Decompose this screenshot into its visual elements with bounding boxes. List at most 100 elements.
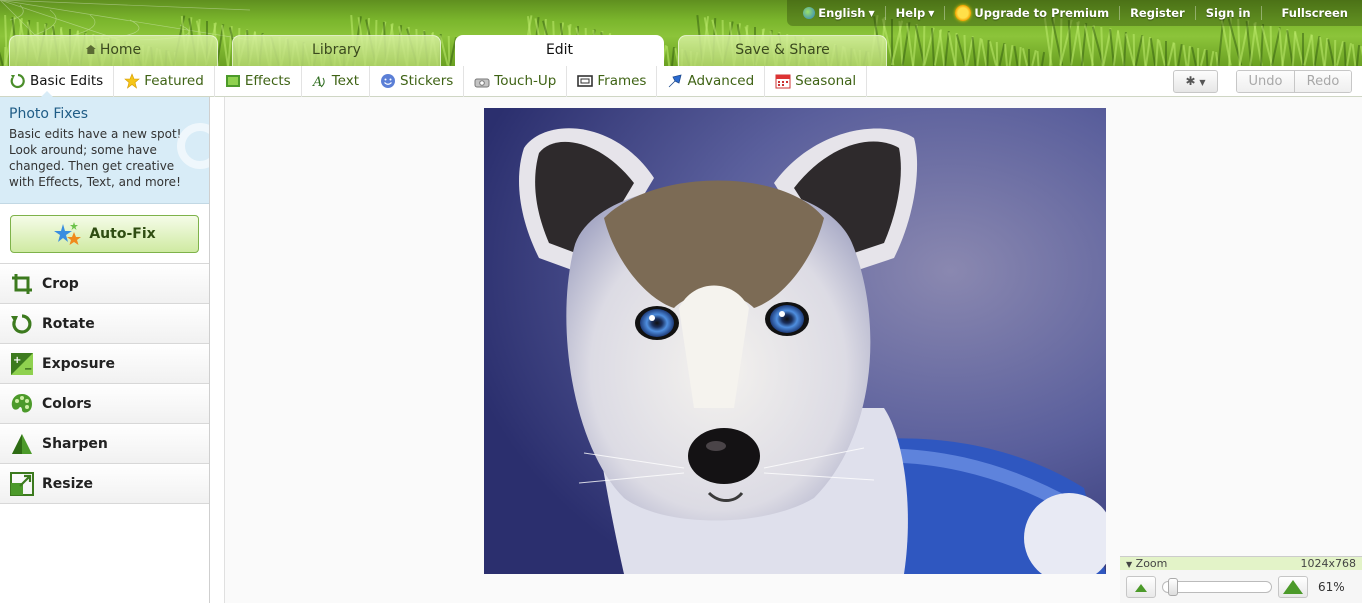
resize-icon: [10, 471, 34, 496]
zoom-label: Zoom: [1135, 557, 1168, 570]
autofix-button[interactable]: Auto-Fix: [10, 215, 199, 253]
register-link[interactable]: Register: [1120, 6, 1196, 20]
subtab-frames[interactable]: Frames: [567, 65, 658, 97]
redo-button[interactable]: Redo: [1294, 71, 1351, 92]
calendar-icon: [775, 74, 791, 89]
tab-edit[interactable]: Edit: [455, 35, 664, 66]
tool-crop[interactable]: Crop: [0, 264, 209, 304]
zoom-in-button[interactable]: [1278, 576, 1308, 598]
info-box: Photo Fixes Basic edits have a new spot!…: [0, 97, 209, 204]
zoom-out-button[interactable]: [1126, 576, 1156, 598]
subtab-label: Effects: [244, 73, 291, 89]
subtab-label: Frames: [597, 73, 647, 89]
subtab-label: Advanced: [687, 73, 755, 89]
tool-label: Rotate: [42, 315, 95, 332]
upgrade-link[interactable]: Upgrade to Premium: [945, 5, 1121, 21]
tool-label: Crop: [42, 275, 79, 292]
gear-icon: ✱: [1185, 74, 1196, 88]
crop-icon: [12, 273, 32, 294]
home-icon: [85, 45, 96, 54]
tool-sharpen[interactable]: Sharpen: [0, 424, 209, 464]
subtab-text[interactable]: A Text: [302, 65, 371, 97]
zoom-slider[interactable]: [1162, 578, 1272, 596]
chevron-down-icon: ▼: [928, 8, 935, 18]
help-menu[interactable]: Help ▼: [886, 6, 946, 20]
touchup-icon: [474, 78, 490, 88]
subtab-label: Basic Edits: [30, 73, 104, 89]
help-label: Help: [895, 6, 926, 20]
tool-label: Exposure: [42, 355, 115, 372]
edit-category-bar: Basic Edits Featured Effects A Text Stic…: [0, 65, 1362, 98]
svg-text:+: +: [13, 355, 21, 366]
subtab-label: Touch-Up: [494, 73, 557, 89]
tool-label: Resize: [42, 475, 94, 492]
undo-redo-group: Undo Redo: [1236, 70, 1352, 93]
subtab-label: Stickers: [400, 73, 454, 89]
tab-library[interactable]: Library: [232, 35, 441, 66]
sun-icon: [955, 5, 972, 21]
zoom-percent: 61%: [1318, 580, 1345, 594]
tab-home[interactable]: Home: [9, 35, 218, 66]
zoom-controls: 61%: [1120, 570, 1362, 604]
subtab-label: Seasonal: [795, 73, 857, 89]
palette-icon: [11, 393, 32, 412]
zoom-toggle[interactable]: ▼ Zoom: [1126, 557, 1167, 570]
tool-rotate[interactable]: Rotate: [0, 304, 209, 344]
fullscreen-link[interactable]: Fullscreen: [1262, 6, 1362, 20]
advanced-icon: [669, 74, 683, 88]
language-label: English: [818, 6, 866, 20]
autofix-label: Auto-Fix: [89, 226, 156, 242]
globe-icon: [803, 7, 816, 19]
svg-text:A: A: [312, 75, 322, 89]
settings-button[interactable]: ✱ ▼: [1173, 70, 1218, 93]
sharpen-icon: [12, 433, 32, 454]
basic-edits-panel: Photo Fixes Basic edits have a new spot!…: [0, 97, 210, 603]
basic-edits-icon: [10, 73, 25, 89]
zoom-panel: ▼ Zoom 1024x768 61%: [1120, 556, 1362, 603]
autofix-area: Auto-Fix: [0, 204, 209, 264]
subtab-seasonal[interactable]: Seasonal: [765, 65, 868, 97]
subtab-effects[interactable]: Effects: [215, 65, 302, 97]
image-dimensions: 1024x768: [1300, 557, 1357, 570]
signin-link[interactable]: Sign in: [1196, 6, 1262, 20]
mountain-large-icon: [1283, 580, 1303, 594]
zoom-slider-handle[interactable]: [1168, 578, 1178, 596]
tool-label: Sharpen: [42, 435, 108, 452]
chevron-down-icon: ▼: [868, 8, 875, 18]
tool-resize[interactable]: Resize: [0, 464, 209, 504]
chevron-down-icon: ▼: [1126, 560, 1133, 569]
subtab-label: Featured: [144, 73, 204, 89]
language-menu[interactable]: English ▼: [793, 6, 886, 20]
svg-text:−: −: [24, 364, 32, 375]
effects-icon: [225, 75, 240, 87]
tab-save-share[interactable]: Save & Share: [678, 35, 887, 66]
zoom-header: ▼ Zoom 1024x768: [1120, 557, 1362, 570]
photo-canvas[interactable]: [484, 108, 1106, 574]
header-banner: English ▼ Help ▼ Upgrade to Premium Regi…: [0, 0, 1362, 66]
star-icon: [124, 73, 141, 89]
main-tabs: Home Library Edit Save & Share: [9, 35, 887, 66]
upgrade-label: Upgrade to Premium: [974, 6, 1110, 20]
top-utility-bar: English ▼ Help ▼ Upgrade to Premium Regi…: [787, 0, 1362, 26]
tool-exposure[interactable]: + − Exposure: [0, 344, 209, 384]
subtab-basic-edits[interactable]: Basic Edits: [0, 65, 115, 98]
text-icon: A: [312, 75, 325, 89]
subtab-advanced[interactable]: Advanced: [657, 65, 766, 97]
frame-icon: [577, 75, 594, 87]
info-text: Basic edits have a new spot! Look around…: [9, 127, 182, 189]
chevron-down-icon: ▼: [1199, 78, 1206, 87]
subtab-label: Text: [331, 73, 360, 89]
info-title: Photo Fixes: [9, 106, 89, 122]
tool-colors[interactable]: Colors: [0, 384, 209, 424]
undo-button[interactable]: Undo: [1237, 71, 1294, 92]
mountain-small-icon: [1135, 584, 1147, 592]
subtab-touchup[interactable]: Touch-Up: [464, 65, 568, 97]
sparkle-stars-icon: [54, 222, 82, 245]
rotate-icon: [11, 313, 32, 334]
exposure-icon: +−: [11, 352, 33, 375]
tool-label: Colors: [42, 395, 92, 412]
tab-label: Home: [99, 42, 142, 58]
subtab-stickers[interactable]: Stickers: [370, 65, 465, 97]
sticker-icon: [381, 74, 396, 88]
subtab-featured[interactable]: Featured: [114, 65, 215, 97]
